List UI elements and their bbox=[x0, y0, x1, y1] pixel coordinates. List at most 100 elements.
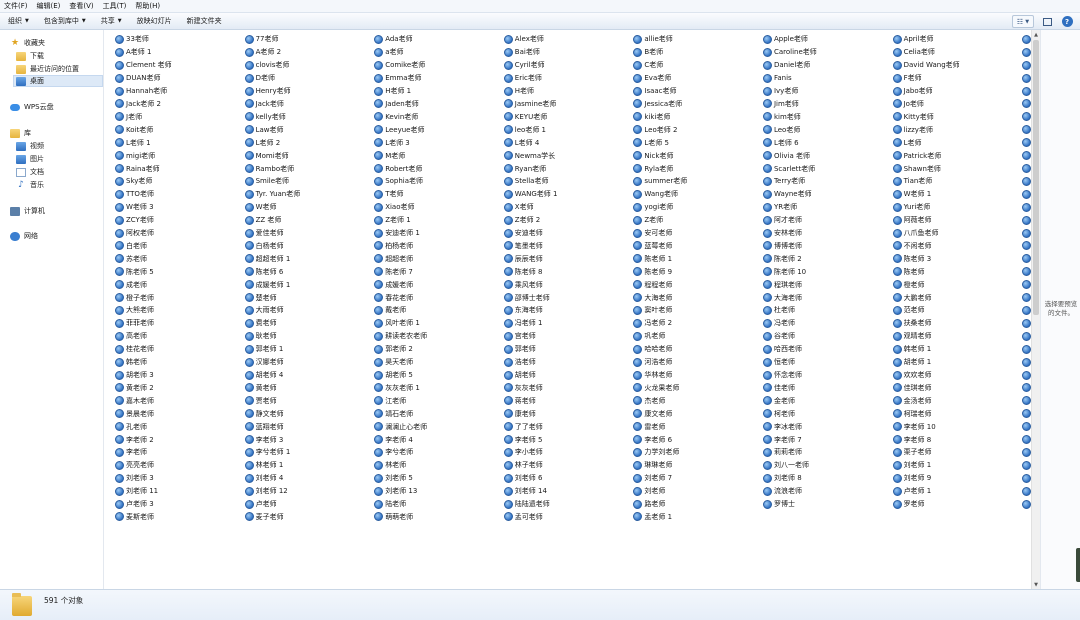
file-item[interactable]: 郭老师 bbox=[503, 343, 634, 356]
file-item[interactable]: 笔墨老师 bbox=[503, 240, 634, 253]
file-item[interactable]: 罗博士 bbox=[762, 498, 893, 511]
file-item[interactable]: KK老师 bbox=[1022, 110, 1031, 123]
file-item[interactable]: L老师 6 bbox=[762, 136, 893, 149]
file-item[interactable]: 胡老师 5 bbox=[374, 369, 504, 382]
file-item[interactable]: 谷老师 bbox=[762, 330, 893, 343]
file-item[interactable]: 河浩老师 bbox=[633, 356, 763, 369]
file-item[interactable]: L老师 4 bbox=[503, 136, 634, 149]
file-item[interactable]: 哈西老师 bbox=[762, 343, 893, 356]
file-item[interactable]: 安迪老师 bbox=[503, 227, 634, 240]
file-item[interactable]: summer老师 bbox=[633, 175, 763, 188]
file-item[interactable]: Didia 老师 bbox=[1022, 59, 1031, 72]
file-item[interactable]: Jabo老师 bbox=[892, 85, 1023, 98]
file-item[interactable]: 程程老师 bbox=[633, 278, 763, 291]
file-item[interactable]: 李老师 2 bbox=[115, 433, 245, 446]
file-item[interactable]: 华林老师 bbox=[633, 369, 763, 382]
file-item[interactable]: YR老师 bbox=[762, 201, 893, 214]
file-item[interactable]: 陆老师 bbox=[374, 498, 504, 511]
file-item[interactable]: 刘老师 11 bbox=[115, 485, 245, 498]
file-item[interactable]: 胡老师 4 bbox=[244, 369, 375, 382]
file-item[interactable]: Peter老师 bbox=[1022, 149, 1031, 162]
file-item[interactable]: 孟老师 1 bbox=[633, 511, 763, 524]
file-item[interactable]: 陈老师 bbox=[892, 265, 1023, 278]
file-item[interactable]: 力学刘老师 bbox=[633, 446, 763, 459]
file-item[interactable]: 陈老师 1 bbox=[633, 252, 763, 265]
file-item[interactable]: Emma老师 bbox=[374, 72, 504, 85]
file-item[interactable]: 金老师 bbox=[762, 394, 893, 407]
file-item[interactable]: 陈老师 10 bbox=[762, 265, 893, 278]
file-item[interactable]: Ryla老师 bbox=[633, 162, 763, 175]
file-item[interactable]: 博博老师 bbox=[762, 240, 893, 253]
file-item[interactable]: Eva老师 bbox=[633, 72, 763, 85]
file-item[interactable]: 胡老师 3 bbox=[115, 369, 245, 382]
file-item[interactable]: 大鹏老师 bbox=[892, 291, 1023, 304]
file-item[interactable]: 大海老师 bbox=[633, 291, 763, 304]
file-item[interactable]: Law老师 bbox=[244, 123, 375, 136]
nav-videos[interactable]: 视频 bbox=[16, 140, 44, 152]
file-item[interactable]: 李老师 10 bbox=[892, 420, 1023, 433]
file-item[interactable]: 杰老师 bbox=[633, 394, 763, 407]
file-item[interactable]: 陈老师 8 bbox=[503, 265, 634, 278]
file-item[interactable]: DUAN老师 bbox=[115, 72, 245, 85]
nav-recent[interactable]: 最近访问的位置 bbox=[16, 63, 79, 75]
menu-item[interactable]: 查看(V) bbox=[69, 1, 93, 11]
file-item[interactable]: Jack老师 bbox=[244, 98, 375, 111]
file-item[interactable]: 卢老师 1 bbox=[892, 485, 1023, 498]
file-item[interactable]: Comike老师 bbox=[374, 59, 504, 72]
nav-pictures[interactable]: 图片 bbox=[16, 153, 44, 165]
file-item[interactable]: Alex老师 bbox=[503, 33, 634, 46]
file-item[interactable]: X老师 bbox=[503, 201, 634, 214]
file-item[interactable]: Kitty老师 bbox=[892, 110, 1023, 123]
file-item[interactable]: 灰灰老师 1 bbox=[374, 381, 504, 394]
file-item[interactable]: 孔老师 bbox=[115, 420, 245, 433]
file-item[interactable]: 杜老师 bbox=[762, 304, 893, 317]
file-item[interactable]: 黄老师 2 bbox=[115, 381, 245, 394]
file-item[interactable]: 景晨老师 bbox=[115, 407, 245, 420]
file-item[interactable]: 李老师 3 bbox=[244, 433, 375, 446]
file-item[interactable]: Z老师 2 bbox=[503, 214, 634, 227]
file-item[interactable]: 橙子老师 bbox=[115, 291, 245, 304]
nav-wps-cloud[interactable]: WPS云盘 bbox=[10, 101, 54, 113]
file-item[interactable]: L老师 2 bbox=[244, 136, 375, 149]
file-item[interactable]: Raina老师 bbox=[115, 162, 245, 175]
file-item[interactable]: 刘老师 bbox=[633, 485, 763, 498]
file-item[interactable]: 黄老师 bbox=[244, 381, 375, 394]
file-item[interactable]: 不闲老师 bbox=[892, 240, 1023, 253]
file-item[interactable]: 刘老师 12 bbox=[244, 485, 375, 498]
file-item[interactable]: 成媛老师 1 bbox=[244, 278, 375, 291]
file-item[interactable]: 柏杨老师 bbox=[374, 240, 504, 253]
file-item[interactable]: 扶桑老师 bbox=[892, 317, 1023, 330]
file-item[interactable]: 莉莉老师 bbox=[762, 446, 893, 459]
file-item[interactable]: 刘老师 8 bbox=[762, 472, 893, 485]
file-item[interactable]: 佳琪老师 bbox=[892, 381, 1023, 394]
file-item[interactable]: 嘉木老师 bbox=[115, 394, 245, 407]
preview-pane-button[interactable] bbox=[1040, 15, 1054, 28]
file-item[interactable]: 胡老师 bbox=[503, 369, 634, 382]
scrollbar-thumb[interactable] bbox=[1033, 40, 1039, 315]
file-item[interactable]: 成老师 bbox=[115, 278, 245, 291]
file-item[interactable]: 李老师 5 bbox=[503, 433, 634, 446]
file-item[interactable]: 刘老师 13 bbox=[374, 485, 504, 498]
file-item[interactable]: 栗子老师 bbox=[892, 446, 1023, 459]
file-item[interactable]: 管老师 bbox=[1022, 330, 1031, 343]
file-item[interactable]: 八爪鱼老师 bbox=[892, 227, 1023, 240]
file-item[interactable]: 韩老师 1 bbox=[892, 343, 1023, 356]
file-item[interactable]: Nick老师 bbox=[633, 149, 763, 162]
file-item[interactable]: 李老师 9 bbox=[1022, 433, 1031, 446]
file-item[interactable]: 李小老师 bbox=[503, 446, 634, 459]
file-item[interactable]: M老师 bbox=[374, 149, 504, 162]
file-item[interactable]: 澜澜止心老师 bbox=[374, 420, 504, 433]
file-item[interactable]: 黄老师 1 bbox=[1022, 369, 1031, 382]
file-item[interactable]: 麦子老师 bbox=[244, 511, 375, 524]
file-item[interactable]: Jim老师 bbox=[762, 98, 893, 111]
file-item[interactable]: 恒老师 bbox=[762, 356, 893, 369]
file-item[interactable]: Isaac老师 bbox=[633, 85, 763, 98]
file-item[interactable]: 陈老师 9 bbox=[633, 265, 763, 278]
file-item[interactable]: Jessica老师 bbox=[633, 98, 763, 111]
file-item[interactable]: 白老师 bbox=[115, 240, 245, 253]
file-item[interactable]: leo老师 1 bbox=[503, 123, 634, 136]
file-item[interactable]: 观晴老师 bbox=[892, 330, 1023, 343]
file-item[interactable]: Bai老师 bbox=[503, 46, 634, 59]
file-item[interactable]: 柯瑞老师 bbox=[892, 407, 1023, 420]
file-item[interactable]: 怀念老师 bbox=[762, 369, 893, 382]
